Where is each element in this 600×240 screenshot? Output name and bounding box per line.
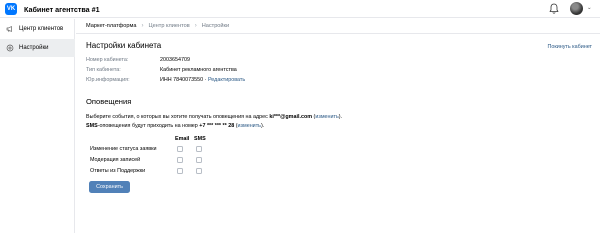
bell-icon[interactable]: [549, 3, 559, 14]
email-checkbox-status[interactable]: [177, 146, 183, 152]
avatar[interactable]: [570, 2, 583, 15]
breadcrumb-separator: ›: [141, 23, 144, 29]
chevron-down-icon[interactable]: ⌄: [85, 5, 90, 12]
sidebar-item-settings[interactable]: Настройки: [0, 39, 75, 57]
notice-text: -оповещения будут приходить на номер: [97, 123, 200, 129]
sidebar: Центр клиентов Настройки: [0, 19, 75, 233]
sms-checkbox-moderation[interactable]: [196, 157, 202, 163]
event-label: Модерация записей: [90, 157, 141, 163]
email-checkbox-moderation[interactable]: [177, 157, 183, 163]
settings-gear-icon: [6, 44, 14, 52]
sidebar-item-label: Настройки: [19, 45, 49, 51]
email-notice: Выберите события, о которых вы хотите по…: [86, 114, 342, 120]
edit-legal-link[interactable]: Редактировать: [208, 77, 245, 83]
phone-number: +7 *** *** ** 28: [199, 123, 235, 129]
notifications-title: Оповещения: [86, 97, 132, 106]
column-header-email: Email: [175, 136, 190, 142]
top-bar: VK Кабинет агентства #1 ⌄ ⌄: [0, 0, 600, 18]
info-key: Юр.информация:: [86, 77, 130, 83]
breadcrumb-item[interactable]: Центр клиентов: [148, 23, 189, 29]
event-label: Ответы из Поддержки: [90, 168, 146, 174]
notice-text: ).: [338, 114, 343, 120]
vk-logo[interactable]: VK: [5, 3, 17, 15]
page-title: Настройки кабинета: [86, 41, 162, 50]
breadcrumb: Маркет-платформа › Центр клиентов › Наст…: [76, 19, 600, 34]
sidebar-item-clients-center[interactable]: Центр клиентов: [0, 20, 75, 38]
column-header-sms: SMS: [194, 136, 206, 142]
notice-text: Выберите события, о которых вы хотите по…: [86, 114, 270, 120]
info-value: 2003654709: [160, 57, 190, 63]
change-phone-link[interactable]: изменить: [238, 123, 261, 129]
info-value: ИНН 7840073550 · Редактировать: [160, 77, 245, 83]
breadcrumb-separator: ›: [194, 23, 197, 29]
notice-text: ).: [260, 123, 265, 129]
chevron-down-icon[interactable]: ⌄: [587, 5, 592, 11]
sms-checkbox-status[interactable]: [196, 146, 202, 152]
info-key: Тип кабинета:: [86, 67, 121, 73]
inn-value: ИНН 7840073550: [160, 77, 204, 83]
sms-notice: SMS-оповещения будут приходить на номер …: [86, 123, 264, 129]
save-button[interactable]: Сохранить: [89, 181, 130, 193]
megaphone-icon: [6, 26, 12, 33]
sms-label: SMS: [86, 123, 98, 129]
breadcrumb-item[interactable]: Маркет-платформа: [86, 23, 136, 29]
change-email-link[interactable]: изменить: [315, 114, 338, 120]
email-checkbox-support[interactable]: [177, 168, 183, 174]
leave-cabinet-link[interactable]: Покинуть кабинет: [547, 44, 592, 50]
info-value: Кабинет рекламного агентства: [160, 67, 237, 73]
sidebar-item-label: Центр клиентов: [19, 26, 64, 32]
event-label: Изменение статуса заявки: [90, 146, 157, 152]
sms-checkbox-support[interactable]: [196, 168, 202, 174]
info-key: Номер кабинета:: [86, 57, 129, 63]
email-address: ki***@gmail.com: [269, 114, 313, 120]
breadcrumb-item: Настройки: [201, 23, 230, 29]
main-content: Настройки кабинета Покинуть кабинет Номе…: [76, 35, 600, 233]
